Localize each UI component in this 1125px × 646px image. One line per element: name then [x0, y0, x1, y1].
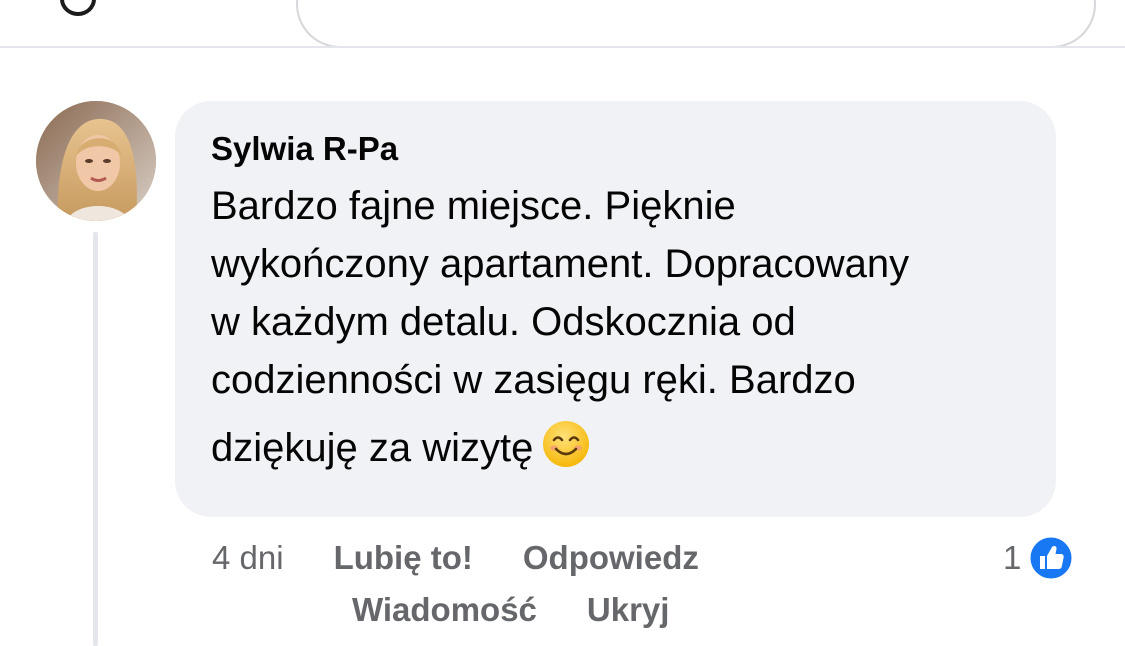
avatar[interactable] [36, 101, 156, 221]
comment-composer-edge[interactable] [296, 0, 1096, 48]
thumbs-up-icon [1027, 534, 1075, 582]
comment-line: dziękuję za wizytę [211, 426, 534, 470]
comment-line: Bardzo fajne miejsce. Pięknie [211, 184, 736, 228]
smiling-face-icon [543, 421, 590, 467]
previous-content-cutoff [0, 0, 1125, 48]
comment-timestamp[interactable]: 4 dni [212, 539, 284, 576]
comment-line: w każdym detalu. Odskocznia od [211, 300, 796, 344]
comment-actions: 4 dni Lubię to! Odpowiedz Wiadomość Ukryj [212, 534, 892, 634]
comment-line: wykończony apartament. Dopracowany [211, 242, 910, 286]
reaction-count: 1 [1003, 539, 1022, 576]
comment-line: codzienności w zasięgu ręki. Bardzo [211, 358, 856, 402]
like-button[interactable]: Lubię to! [334, 539, 473, 576]
avatar-image [36, 101, 156, 221]
comment-bubble: Sylwia R-Pa Bardzo fajne miejsce. Piękni… [175, 101, 1056, 517]
comment-line-last: dziękuję za wizytę [211, 419, 1020, 477]
message-button[interactable]: Wiadomość [352, 591, 537, 628]
comment-text: Bardzo fajne miejsce. Pięknie wykończony… [211, 177, 1020, 477]
reaction-summary[interactable]: 1 [1003, 534, 1075, 582]
partial-icon [60, 0, 96, 16]
reply-button[interactable]: Odpowiedz [523, 539, 699, 576]
reply-thread-line [93, 232, 98, 646]
divider [0, 46, 1125, 48]
comment-author[interactable]: Sylwia R-Pa [211, 129, 1020, 169]
hide-button[interactable]: Ukryj [587, 591, 670, 628]
